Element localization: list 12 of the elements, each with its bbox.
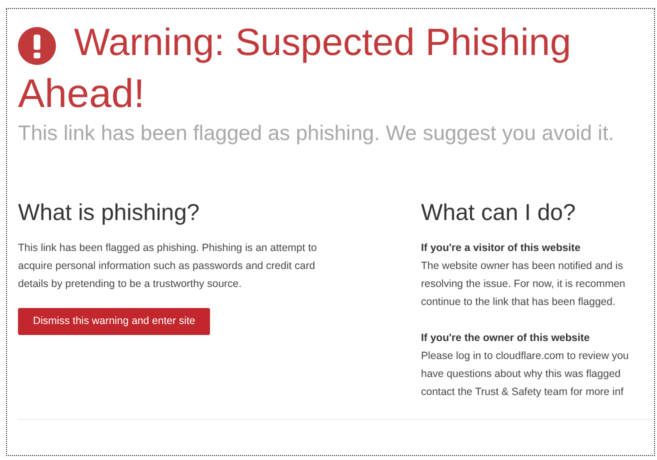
warning-title-continued: Ahead! (18, 71, 146, 118)
subsection-heading: If you're a visitor of this website (421, 241, 582, 256)
dismiss-button[interactable]: Dismiss this warning and enter site (18, 308, 210, 335)
advice-text: Please log in to cloudflare.com to review you have questions about why this was flagged contact the Trust & Safety team for more inf (421, 349, 630, 400)
section-heading: What can I do? (421, 198, 577, 227)
subtitle: This link has been flagged as phishing. We suggest you avoid it. (18, 121, 616, 147)
phishing-description: This link has been flagged as phishing. Phishing is an attempt to acquire personal information such as passwords and credit card details by pretending to be a trustworthy source. (18, 241, 318, 292)
section-heading: What is phishing? (18, 198, 201, 227)
subsection-heading: If you're the owner of this website (421, 331, 591, 346)
warning-icon (18, 27, 56, 65)
warning-title: Warning: Suspected Phishing (74, 21, 572, 66)
advice-text: The website owner has been notified and is resolving the issue. For now, it is recommen continue to the link that has been flagged. (421, 259, 626, 310)
